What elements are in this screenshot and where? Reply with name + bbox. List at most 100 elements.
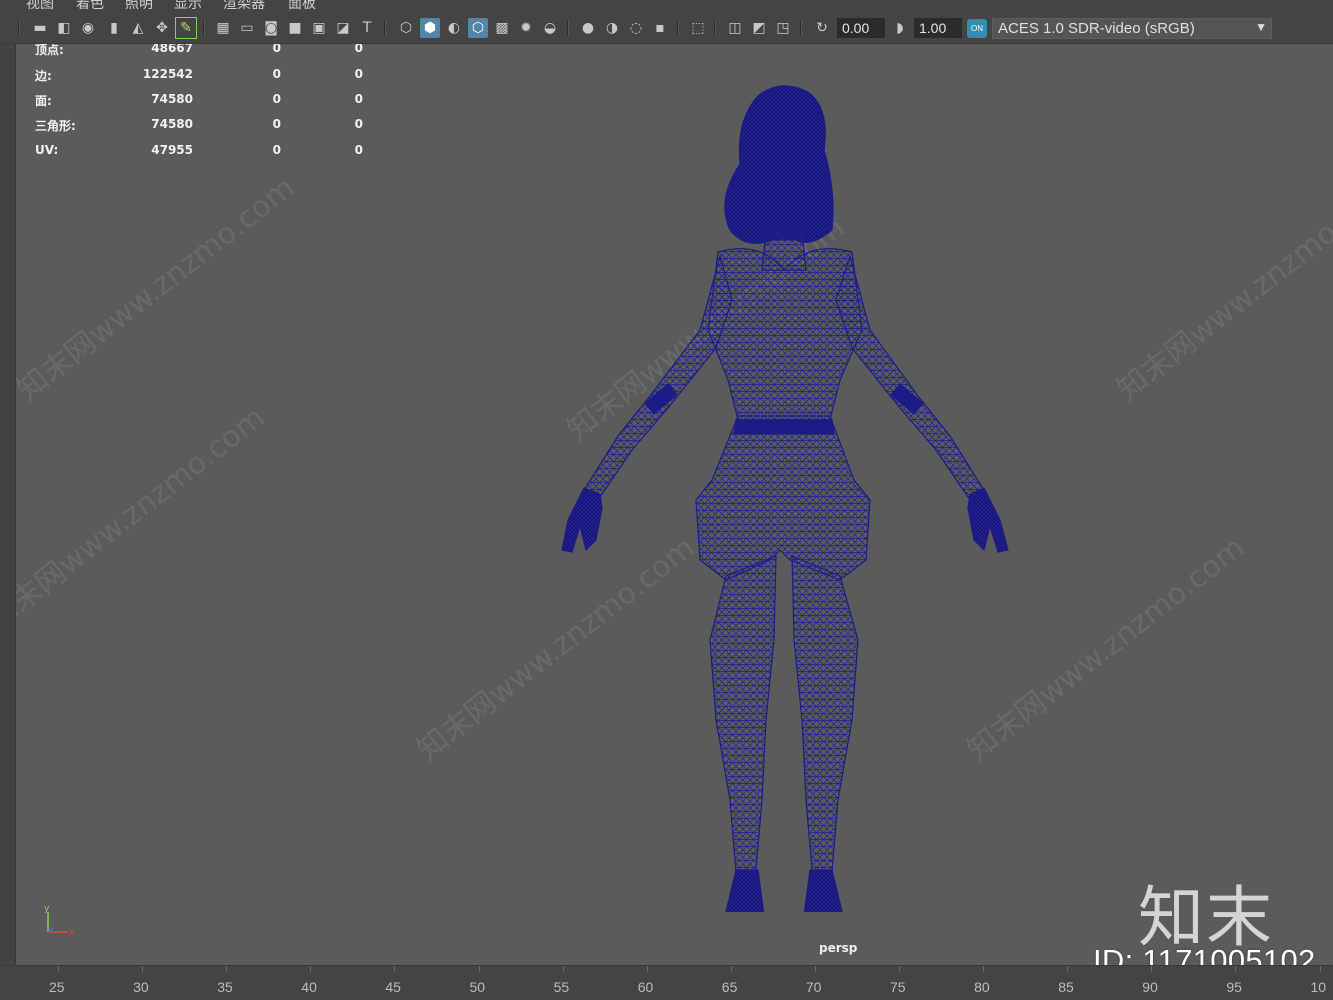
menu-view[interactable]: 视图 <box>26 0 54 12</box>
color-management-toggle-icon[interactable]: ON <box>967 19 987 38</box>
time-tick <box>142 966 144 972</box>
toolbar-separator <box>800 20 802 36</box>
chevron-down-icon[interactable]: ▼ <box>1255 20 1267 34</box>
wireframe-on-shaded-icon[interactable]: ⬡ <box>468 18 488 38</box>
textured-icon[interactable]: ▩ <box>492 18 512 38</box>
2d-pan-zoom-icon[interactable]: ✥ <box>152 18 172 38</box>
use-all-lights-icon[interactable]: ✹ <box>516 18 536 38</box>
grease-pencil-icon[interactable]: ✎ <box>175 17 197 39</box>
use-default-material-icon[interactable]: ◐ <box>444 18 464 38</box>
time-tick-label: 80 <box>974 979 990 995</box>
wireframe-icon[interactable]: ⬡ <box>396 18 416 38</box>
bookmark-icon[interactable]: ▮ <box>104 18 124 38</box>
hud-value: 0 <box>354 143 363 157</box>
gamma-icon[interactable]: ◗ <box>890 18 910 38</box>
axis-gizmo-icon: y x <box>44 904 75 938</box>
time-tick <box>1151 966 1153 972</box>
time-tick-label: 40 <box>301 979 317 995</box>
smooth-shade-icon[interactable]: ⬢ <box>420 18 440 38</box>
menu-shading[interactable]: 着色 <box>76 0 104 12</box>
hud-label: 顶点: <box>35 44 64 57</box>
time-tick-label: 30 <box>133 979 149 995</box>
xray-icon[interactable]: ◫ <box>725 18 745 38</box>
toolbar-separator <box>677 20 679 36</box>
lock-camera-icon[interactable]: ◧ <box>54 18 74 38</box>
time-slider[interactable]: 25 30 35 40 45 50 55 60 65 70 75 80 85 90 95 10 <box>0 965 1333 1000</box>
exposure-field[interactable]: 0.00 <box>837 18 885 38</box>
hud-value: 74580 <box>151 117 193 131</box>
panel-toolbar: ▬ ◧ ◉ ▮ ◭ ✥ ✎ ▦ ▭ ◙ ■ ▣ ◪ T ⬡ ⬢ ◐ ⬡ ▩ ✹ … <box>0 12 1333 44</box>
toolbar-separator <box>714 20 716 36</box>
3d-viewport[interactable]: 知末网www.znzmo.com 知末网www.znzmo.com 知末网www… <box>16 44 1333 965</box>
watermark-text: 知末网www.znzmo.com <box>16 170 302 408</box>
field-chart-icon[interactable]: ▣ <box>309 18 329 38</box>
screen-space-ao-icon[interactable]: ● <box>578 18 598 38</box>
time-tick-label: 50 <box>469 979 486 995</box>
toolbar-separator <box>567 20 569 36</box>
hud-value: 48667 <box>151 44 193 55</box>
hud-value: 0 <box>354 44 363 55</box>
hud-value: 122542 <box>142 67 193 81</box>
xray-active-icon[interactable]: ◳ <box>773 18 793 38</box>
time-tick-label: 85 <box>1058 979 1074 995</box>
watermark-text: 知末网www.znzmo.com <box>1110 170 1333 408</box>
menu-bar: 视图 着色 照明 显示 渲染器 面板 <box>0 0 1333 12</box>
hud-label: UV: <box>35 143 59 157</box>
time-tick-label: 25 <box>49 979 65 995</box>
time-tick <box>814 966 816 972</box>
exposure-icon[interactable]: ↻ <box>812 18 832 38</box>
axis-x-label: x <box>69 928 75 938</box>
resolution-gate-icon[interactable]: ◙ <box>261 18 281 38</box>
gate-mask-icon[interactable]: ■ <box>285 18 305 38</box>
xray-joints-icon[interactable]: ◩ <box>749 18 769 38</box>
anti-aliasing-icon[interactable]: ◌ <box>626 18 646 38</box>
hud-label: 面: <box>35 94 52 108</box>
image-plane-icon[interactable]: ◭ <box>128 18 148 38</box>
hud-value: 74580 <box>151 92 193 106</box>
motion-blur-icon[interactable]: ◑ <box>602 18 622 38</box>
hud-value: 0 <box>272 67 281 81</box>
time-tick <box>1235 966 1237 972</box>
wireframe-character-model[interactable] <box>540 80 1020 912</box>
time-tick-label: 95 <box>1226 979 1242 995</box>
view-transform-dropdown[interactable]: ACES 1.0 SDR-video (sRGB) ▼ <box>992 18 1272 39</box>
menu-panels[interactable]: 面板 <box>288 0 316 12</box>
camera-name-label: persp <box>819 941 858 955</box>
grid-icon[interactable]: ▦ <box>213 18 233 38</box>
time-tick <box>1067 966 1069 972</box>
hud-label: 三角形: <box>35 119 76 133</box>
hud-value: 0 <box>272 44 281 55</box>
isolate-select-icon[interactable]: ⬚ <box>688 18 708 38</box>
time-tick <box>562 966 564 972</box>
left-panel-edge <box>0 44 16 964</box>
safe-title-icon[interactable]: T <box>357 18 377 38</box>
time-tick <box>478 966 480 972</box>
character-mesh <box>561 85 1009 912</box>
gamma-field[interactable]: 1.00 <box>914 18 962 38</box>
hud-value: 0 <box>354 117 363 131</box>
time-tick <box>58 966 59 972</box>
depth-of-field-icon[interactable]: ▪ <box>650 18 670 38</box>
camera-attributes-icon[interactable]: ◉ <box>78 18 98 38</box>
menu-show[interactable]: 显示 <box>174 0 202 12</box>
hud-value: 0 <box>272 143 281 157</box>
hud-value: 47955 <box>151 143 193 157</box>
toolbar-separator <box>384 20 386 36</box>
shadows-icon[interactable]: ◒ <box>540 18 560 38</box>
hud-value: 0 <box>354 92 363 106</box>
select-camera-icon[interactable]: ▬ <box>30 18 50 38</box>
menu-renderer[interactable]: 渲染器 <box>223 0 265 12</box>
view-transform-value: ACES 1.0 SDR-video (sRGB) <box>998 20 1195 37</box>
time-tick <box>394 966 396 972</box>
time-tick-label: 90 <box>1142 979 1158 995</box>
time-tick-label: 70 <box>805 979 822 995</box>
toolbar-separator <box>203 20 205 36</box>
menu-lighting[interactable]: 照明 <box>125 0 153 12</box>
time-tick <box>226 966 228 972</box>
time-tick-label: 75 <box>890 979 906 995</box>
hud-value: 0 <box>354 67 363 81</box>
time-tick <box>730 966 732 972</box>
film-gate-icon[interactable]: ▭ <box>237 18 257 38</box>
safe-action-icon[interactable]: ◪ <box>333 18 353 38</box>
time-tick-label: 45 <box>385 979 401 995</box>
